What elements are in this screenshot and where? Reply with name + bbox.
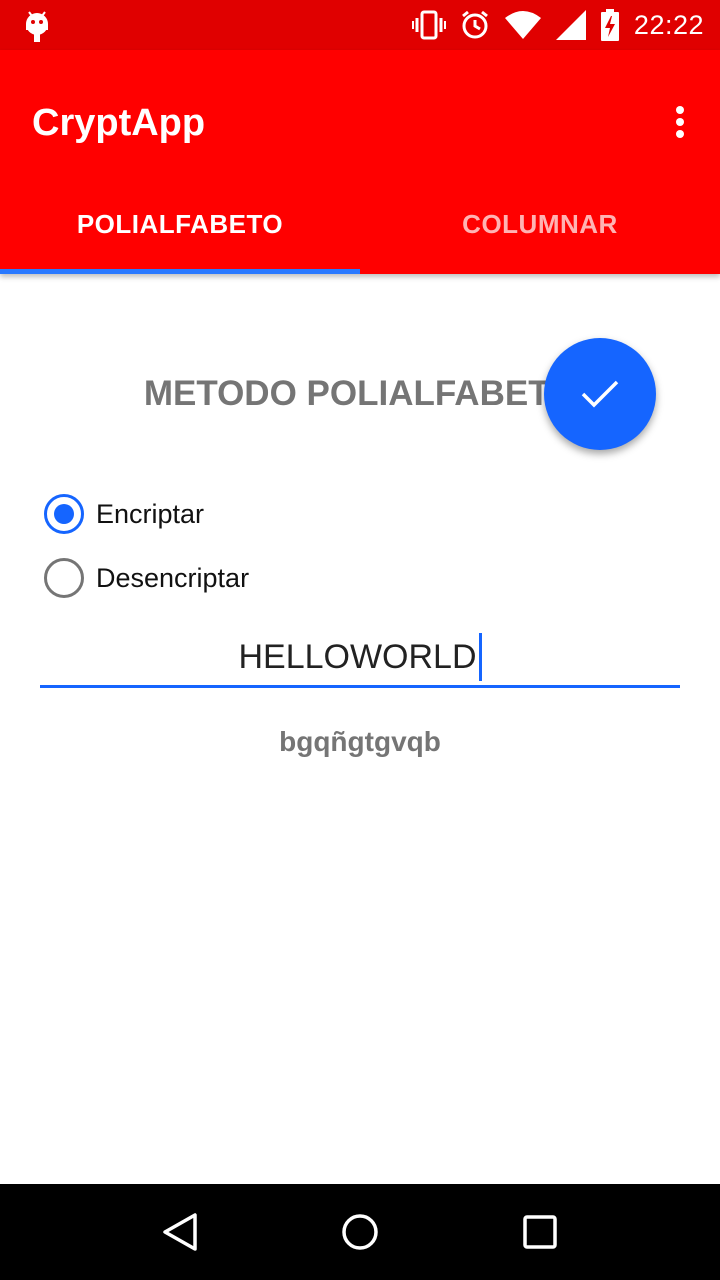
status-time: 22:22 <box>633 9 704 40</box>
signal-icon <box>555 10 586 40</box>
android-icon <box>26 11 48 42</box>
tab-columnar[interactable]: COLUMNAR <box>360 178 720 274</box>
input-value: HELLOWORLD <box>238 637 477 676</box>
input-underline <box>40 685 680 688</box>
main-content: METODO POLIALFABETO Encriptar Desencript… <box>0 274 720 1184</box>
tab-label: COLUMNAR <box>462 208 618 239</box>
recents-icon <box>523 1215 557 1249</box>
radio-button-unchecked[interactable] <box>44 558 84 598</box>
radio-label: Encriptar <box>96 498 205 529</box>
more-vert-icon[interactable] <box>668 102 692 142</box>
alarm-icon <box>461 10 488 39</box>
recents-button[interactable] <box>510 1202 570 1262</box>
radio-encriptar[interactable]: Encriptar <box>44 494 204 534</box>
back-icon <box>163 1213 197 1251</box>
battery-charging-icon <box>600 9 619 41</box>
text-input-field[interactable]: HELLOWORLD <box>40 628 680 688</box>
app-title: CryptApp <box>32 102 206 144</box>
confirm-fab-button[interactable] <box>544 338 656 450</box>
radio-desencriptar[interactable]: Desencriptar <box>44 558 249 598</box>
text-input[interactable]: HELLOWORLD <box>40 628 680 686</box>
text-cursor <box>478 633 482 681</box>
tab-label: POLIALFABETO <box>76 208 284 239</box>
navigation-bar <box>0 1184 720 1280</box>
result-text: bgqñgtgvqb <box>279 726 441 757</box>
wifi-icon <box>504 11 541 39</box>
status-bar: 22:22 <box>0 0 720 50</box>
app-bar: CryptApp POLIALFABETO COLUMNAR <box>0 50 720 274</box>
tab-bar: POLIALFABETO COLUMNAR <box>0 178 720 274</box>
radio-button-checked[interactable] <box>44 494 84 534</box>
tab-polialfabeto[interactable]: POLIALFABETO <box>0 178 360 274</box>
vibrate-icon <box>411 10 446 40</box>
back-button[interactable] <box>150 1202 210 1262</box>
check-icon <box>581 380 619 408</box>
radio-label: Desencriptar <box>96 562 250 593</box>
home-icon <box>342 1214 378 1250</box>
home-button[interactable] <box>330 1202 390 1262</box>
